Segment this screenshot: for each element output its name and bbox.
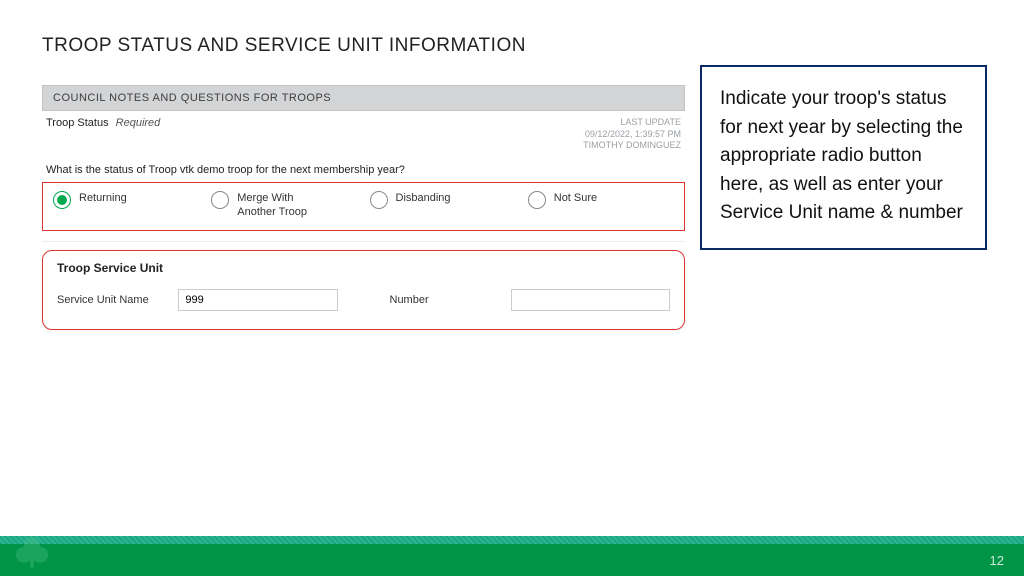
service-unit-title: Troop Service Unit	[57, 261, 670, 275]
su-number-label: Number	[390, 294, 499, 306]
status-label: Troop Status	[46, 117, 109, 129]
last-update-by: TIMOTHY DOMINGUEZ	[583, 140, 681, 152]
radio-option-returning[interactable]: Returning	[47, 191, 205, 209]
footer: 12	[0, 531, 1024, 576]
last-update-time: 09/12/2022, 1:39:57 PM	[583, 129, 681, 141]
radio-option-merge[interactable]: Merge With Another Troop	[205, 191, 363, 220]
radio-circle-icon	[211, 191, 229, 209]
form-panel: COUNCIL NOTES AND QUESTIONS FOR TROOPS T…	[42, 85, 685, 330]
radio-group-highlight: Returning Merge With Another Troop Disba…	[42, 182, 685, 231]
footer-accent-stripe	[0, 536, 1024, 544]
last-update-label: LAST UPDATE	[583, 117, 681, 129]
section-header: COUNCIL NOTES AND QUESTIONS FOR TROOPS	[42, 85, 685, 111]
radio-circle-icon	[528, 191, 546, 209]
radio-label: Not Sure	[554, 191, 597, 205]
radio-option-notsure[interactable]: Not Sure	[522, 191, 680, 209]
su-name-input[interactable]	[178, 289, 337, 311]
last-update: LAST UPDATE 09/12/2022, 1:39:57 PM TIMOT…	[583, 117, 681, 152]
status-question: What is the status of Troop vtk demo tro…	[42, 154, 685, 182]
radio-label: Merge With Another Troop	[237, 191, 327, 220]
radio-label: Disbanding	[396, 191, 451, 205]
service-unit-highlight: Troop Service Unit Service Unit Name Num…	[42, 250, 685, 330]
radio-circle-icon	[53, 191, 71, 209]
footer-green-bar	[0, 544, 1024, 576]
trefoil-icon	[12, 534, 52, 574]
radio-label: Returning	[79, 191, 127, 205]
radio-option-disbanding[interactable]: Disbanding	[364, 191, 522, 209]
status-required: Required	[116, 117, 161, 129]
slide-title: TROOP STATUS AND SERVICE UNIT INFORMATIO…	[42, 35, 526, 57]
page-number: 12	[990, 553, 1004, 568]
divider	[42, 241, 685, 242]
radio-circle-icon	[370, 191, 388, 209]
status-row: Troop Status Required LAST UPDATE 09/12/…	[42, 111, 685, 154]
su-name-label: Service Unit Name	[57, 294, 166, 306]
su-number-input[interactable]	[511, 289, 670, 311]
instruction-callout: Indicate your troop's status for next ye…	[700, 65, 987, 250]
